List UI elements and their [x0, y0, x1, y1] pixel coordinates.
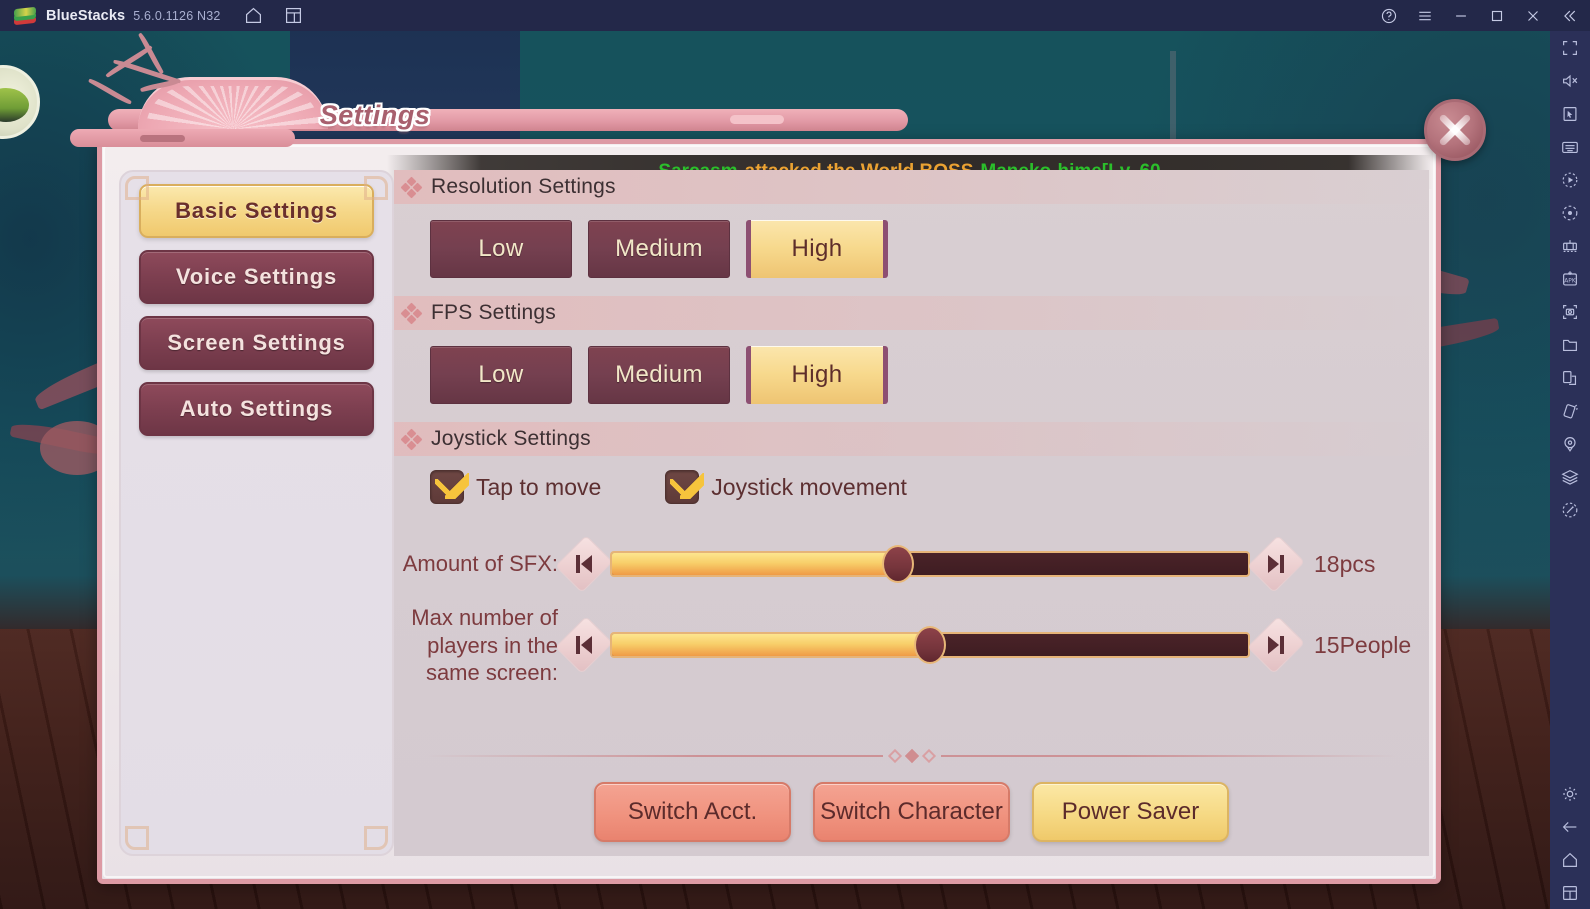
- settings-dialog: Settings Sarcasm attacked the World BOSS…: [70, 32, 1486, 884]
- section-header-fps: FPS Settings: [394, 296, 1429, 330]
- svg-text:APK: APK: [1564, 278, 1576, 284]
- recents-icon[interactable]: [1550, 876, 1590, 909]
- max-players-slider-value: 15People: [1314, 631, 1412, 658]
- back-icon[interactable]: [1550, 810, 1590, 843]
- resolution-high-button[interactable]: High: [746, 220, 888, 278]
- section-title: Joystick Settings: [431, 427, 591, 450]
- window-controls: [1376, 0, 1582, 31]
- section-divider: [424, 748, 1399, 764]
- section-title: FPS Settings: [431, 301, 556, 324]
- tab-screen-settings[interactable]: Screen Settings: [139, 316, 374, 370]
- checkbox-label: Tap to move: [476, 473, 602, 500]
- home-icon[interactable]: [1550, 843, 1590, 876]
- slider-row-max-players: Max number of players in the same screen…: [394, 604, 1429, 687]
- switch-character-button[interactable]: Switch Character: [813, 782, 1010, 842]
- install-apk-icon[interactable]: APK: [1550, 262, 1590, 295]
- app-name: BlueStacks: [46, 7, 126, 24]
- titlebar-icon-group: [241, 4, 307, 28]
- titlebar: BlueStacks 5.6.0.1126 N32: [0, 0, 1590, 31]
- fps-low-button[interactable]: Low: [430, 346, 572, 404]
- slider-row-sfx: Amount of SFX: 18pcs: [394, 535, 1429, 593]
- diamond-ornament-icon: [904, 748, 919, 764]
- switch-account-button[interactable]: Switch Acct.: [594, 782, 791, 842]
- close-dialog-button[interactable]: [1424, 99, 1486, 161]
- max-players-slider-knob[interactable]: [914, 626, 946, 665]
- fps-option-group: Low Medium High: [394, 330, 1429, 404]
- sfx-decrease-button[interactable]: [555, 535, 613, 593]
- bluestacks-window: BlueStacks 5.6.0.1126 N32 Settings Basic…: [0, 0, 1590, 909]
- page-title: Settings: [319, 99, 431, 130]
- media-manager-icon[interactable]: [1550, 328, 1590, 361]
- screenshot-icon[interactable]: [1550, 295, 1590, 328]
- compass-icon[interactable]: [1550, 493, 1590, 526]
- diamond-ornament-icon: [887, 748, 902, 764]
- bluestacks-tool-sidebar: APK: [1550, 31, 1590, 909]
- sfx-slider-value: 18pcs: [1314, 550, 1376, 577]
- keyboard-controls-icon[interactable]: [1550, 130, 1590, 163]
- resolution-medium-button[interactable]: Medium: [588, 220, 730, 278]
- slider-label: Amount of SFX:: [402, 551, 558, 577]
- game-viewport: Settings Sarcasm attacked the World BOSS…: [0, 31, 1550, 909]
- resolution-low-button[interactable]: Low: [430, 220, 572, 278]
- section-header-resolution: Resolution Settings: [394, 170, 1429, 204]
- fps-medium-button[interactable]: Medium: [588, 346, 730, 404]
- fullscreen-icon[interactable]: [1550, 31, 1590, 64]
- max-players-decrease-button[interactable]: [555, 616, 613, 675]
- close-icon[interactable]: [1520, 4, 1546, 28]
- slider-label: Max number of players in the same screen…: [411, 605, 558, 685]
- joystick-checkbox-group: Tap to move Joystick movement: [394, 456, 1429, 504]
- checkmark-icon: [430, 470, 469, 504]
- app-version: 5.6.0.1126 N32: [133, 8, 221, 23]
- diamond-ornament-icon: [400, 176, 423, 199]
- checkbox-label: Joystick movement: [711, 473, 907, 500]
- settings-tab-column: Basic Settings Voice Settings Screen Set…: [119, 170, 394, 856]
- section-title: Resolution Settings: [431, 175, 616, 198]
- sfx-slider-knob[interactable]: [882, 545, 915, 583]
- collapse-sidebar-icon[interactable]: [1556, 4, 1582, 28]
- sfx-slider-fill: [612, 553, 899, 575]
- power-saver-button[interactable]: Power Saver: [1032, 782, 1229, 842]
- multi-instance-manager-icon[interactable]: [1550, 361, 1590, 394]
- diamond-ornament-icon: [921, 748, 936, 764]
- maximize-icon[interactable]: [1484, 4, 1510, 28]
- menu-icon[interactable]: [1412, 4, 1438, 28]
- settings-gear-icon[interactable]: [1550, 777, 1590, 810]
- sfx-slider-track[interactable]: [610, 545, 1250, 583]
- pointer-icon[interactable]: [1550, 97, 1590, 130]
- tab-voice-settings[interactable]: Voice Settings: [139, 250, 374, 304]
- checkmark-icon: [665, 470, 705, 504]
- max-players-slider-fill: [612, 634, 930, 657]
- shake-icon[interactable]: [1550, 394, 1590, 427]
- slider-group: Amount of SFX: 18pcs Max number of playe…: [394, 504, 1429, 687]
- multi-instance-icon[interactable]: [281, 4, 307, 28]
- max-players-increase-button[interactable]: [1247, 616, 1305, 675]
- section-header-joystick: Joystick Settings: [394, 422, 1429, 456]
- checkbox-tap-to-move[interactable]: Tap to move: [430, 470, 601, 504]
- layers-icon[interactable]: [1550, 460, 1590, 493]
- max-players-slider-track[interactable]: [610, 626, 1250, 665]
- checkbox-joystick-movement[interactable]: Joystick movement: [665, 470, 907, 504]
- home-icon[interactable]: [241, 4, 267, 28]
- mute-icon[interactable]: [1550, 64, 1590, 97]
- sync-operations-icon[interactable]: [1550, 196, 1590, 229]
- macro-recorder-icon[interactable]: [1550, 163, 1590, 196]
- diamond-ornament-icon: [400, 302, 423, 325]
- minimize-icon[interactable]: [1448, 4, 1474, 28]
- tab-basic-settings[interactable]: Basic Settings: [139, 184, 374, 238]
- fps-high-button[interactable]: High: [746, 346, 888, 404]
- resolution-option-group: Low Medium High: [394, 204, 1429, 278]
- game-controls-icon[interactable]: [1550, 229, 1590, 262]
- diamond-ornament-icon: [400, 428, 423, 451]
- location-icon[interactable]: [1550, 427, 1590, 460]
- help-icon[interactable]: [1376, 4, 1402, 28]
- dialog-action-buttons: Switch Acct. Switch Character Power Save…: [394, 782, 1429, 842]
- bluestacks-logo-icon: [14, 6, 36, 26]
- settings-content-pane: Resolution Settings Low Medium High FPS …: [394, 170, 1429, 856]
- tab-auto-settings[interactable]: Auto Settings: [139, 382, 374, 436]
- sfx-increase-button[interactable]: [1247, 535, 1305, 593]
